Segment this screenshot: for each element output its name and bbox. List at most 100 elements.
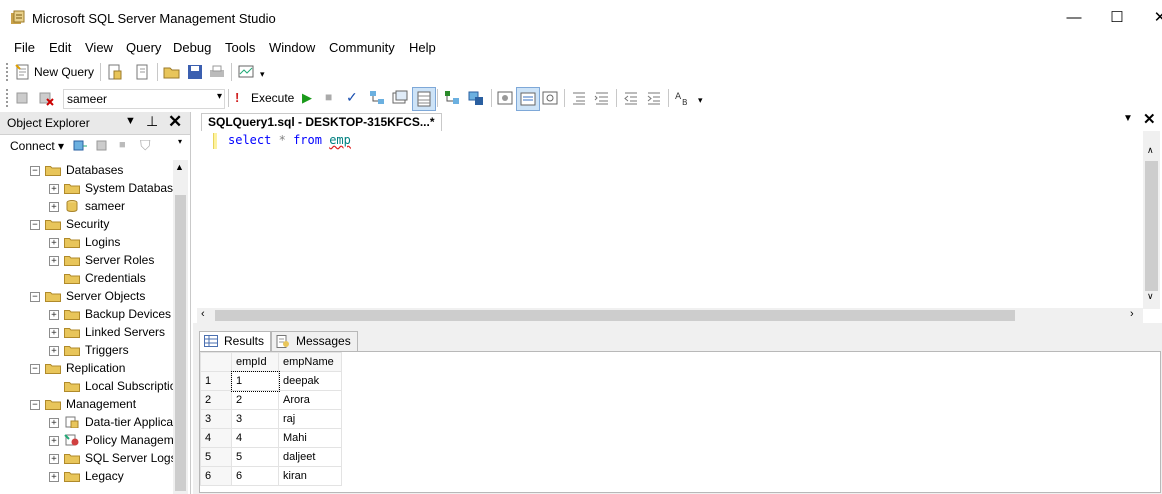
include-actual-plan-icon[interactable] xyxy=(443,89,461,107)
minimize-button[interactable]: — xyxy=(1054,6,1094,30)
table-row[interactable]: 3 3 raj xyxy=(200,409,342,429)
menu-community[interactable]: Community xyxy=(329,40,395,55)
toolbar-overflow-icon[interactable]: ▾ xyxy=(698,95,703,106)
tree-item[interactable]: + System Databases xyxy=(49,180,173,198)
row-number-cell[interactable]: 3 xyxy=(200,409,232,429)
tree-item[interactable]: − Server Objects xyxy=(30,288,173,306)
tree-item[interactable]: − Databases xyxy=(30,162,173,180)
editor-horizontal-scrollbar[interactable]: ‹ › xyxy=(197,308,1143,323)
query-editor[interactable]: select * from emp ∧ ∨ ‹ › xyxy=(193,131,1162,323)
tree-item[interactable]: − Replication xyxy=(30,360,173,378)
row-number-header[interactable] xyxy=(200,352,232,372)
parse-check-icon[interactable]: ✓ xyxy=(346,89,358,106)
pin-icon[interactable]: ⊥ xyxy=(146,113,158,130)
scroll-right-icon[interactable]: › xyxy=(1130,308,1134,320)
tab-messages[interactable]: Messages xyxy=(271,331,358,352)
maximize-button[interactable]: ☐ xyxy=(1097,6,1137,30)
disconnect-server-icon[interactable] xyxy=(95,138,111,154)
table-row[interactable]: 5 5 daljeet xyxy=(200,447,342,467)
increase-indent-icon[interactable] xyxy=(645,89,663,107)
tree-item[interactable]: − Management xyxy=(30,396,173,414)
panel-dropdown-icon[interactable]: ▼ xyxy=(125,115,136,127)
cancel-stop-icon[interactable]: ■ xyxy=(325,90,332,104)
activity-monitor-icon[interactable] xyxy=(237,63,255,81)
row-number-cell[interactable]: 1 xyxy=(200,371,232,391)
tree-item[interactable]: + SQL Server Logs xyxy=(49,450,173,468)
empid-cell[interactable]: 3 xyxy=(231,409,279,429)
expand-icon[interactable]: + xyxy=(49,472,59,482)
empid-cell[interactable]: 6 xyxy=(231,466,279,486)
tree-item[interactable]: Credentials xyxy=(49,270,173,288)
empname-cell[interactable]: Arora xyxy=(278,390,342,410)
uncomment-lines-icon[interactable] xyxy=(593,89,611,107)
empname-cell[interactable]: Mahi xyxy=(278,428,342,448)
disconnect-icon[interactable] xyxy=(37,89,55,107)
row-number-cell[interactable]: 4 xyxy=(200,428,232,448)
table-row[interactable]: 2 2 Arora xyxy=(200,390,342,410)
collapse-icon[interactable]: − xyxy=(30,166,40,176)
client-statistics-icon[interactable] xyxy=(496,89,514,107)
connect-icon[interactable] xyxy=(14,89,32,107)
expand-icon[interactable]: + xyxy=(49,256,59,266)
menu-view[interactable]: View xyxy=(85,40,113,55)
scroll-down-icon[interactable]: ∨ xyxy=(1147,291,1154,302)
menu-help[interactable]: Help xyxy=(409,40,436,55)
table-row[interactable]: 1 1 deepak xyxy=(200,370,342,392)
collapse-icon[interactable]: − xyxy=(30,292,40,302)
connect-server-icon[interactable] xyxy=(72,138,88,154)
empname-cell[interactable]: daljeet xyxy=(278,447,342,467)
empid-cell[interactable]: 1 xyxy=(230,370,280,392)
close-button[interactable]: ✕ xyxy=(1140,6,1162,30)
menu-file[interactable]: File xyxy=(14,40,35,55)
editor-vertical-scrollbar[interactable]: ∧ ∨ xyxy=(1143,131,1160,309)
debug-play-icon[interactable]: ▶ xyxy=(302,90,312,106)
toolbar-grip[interactable] xyxy=(6,89,11,107)
empname-cell[interactable]: kiran xyxy=(278,466,342,486)
connect-dropdown-button[interactable]: Connect ▾ xyxy=(10,139,64,153)
live-query-stats-icon[interactable] xyxy=(467,89,485,107)
expand-icon[interactable]: + xyxy=(49,184,59,194)
empname-cell[interactable]: raj xyxy=(278,409,342,429)
tab-sqlquery1[interactable]: SQLQuery1.sql - DESKTOP-315KFCS...* xyxy=(201,113,442,131)
scrollbar-thumb[interactable] xyxy=(1145,161,1158,291)
collapse-icon[interactable]: − xyxy=(30,364,40,374)
empid-cell[interactable]: 2 xyxy=(231,390,279,410)
expand-icon[interactable]: + xyxy=(49,418,59,428)
scrollbar-thumb[interactable] xyxy=(215,310,1015,321)
results-to-text-toggle[interactable] xyxy=(516,87,540,111)
expand-icon[interactable]: + xyxy=(49,454,59,464)
database-engine-query-icon[interactable] xyxy=(106,63,124,81)
scroll-up-icon[interactable]: ∧ xyxy=(1147,145,1154,156)
analysis-query-icon[interactable] xyxy=(134,63,152,81)
query-options-icon[interactable] xyxy=(391,89,409,107)
menu-query[interactable]: Query xyxy=(126,40,161,55)
menu-debug[interactable]: Debug xyxy=(173,40,211,55)
menu-tools[interactable]: Tools xyxy=(225,40,255,55)
expand-icon[interactable]: + xyxy=(49,310,59,320)
tree-item[interactable]: + Data-tier Applications xyxy=(49,414,173,432)
stop-icon[interactable]: ■ xyxy=(119,139,126,151)
database-select[interactable]: sameer ▾ xyxy=(63,89,225,109)
close-panel-icon[interactable]: ✕ xyxy=(168,112,182,132)
expand-icon[interactable]: + xyxy=(49,436,59,446)
tree-item[interactable]: + Backup Devices xyxy=(49,306,173,324)
row-number-cell[interactable]: 2 xyxy=(200,390,232,410)
collapse-icon[interactable]: − xyxy=(30,220,40,230)
row-number-cell[interactable]: 6 xyxy=(200,466,232,486)
toolbar-overflow-icon[interactable]: ▾ xyxy=(260,69,265,80)
query-text[interactable]: select * from emp xyxy=(228,133,351,147)
close-tab-icon[interactable]: ✕ xyxy=(1143,110,1156,128)
toolbar-grip[interactable] xyxy=(6,63,11,81)
results-to-grid-toggle[interactable] xyxy=(412,87,436,111)
column-header-empid[interactable]: empId xyxy=(231,352,279,372)
row-number-cell[interactable]: 5 xyxy=(200,447,232,467)
collapse-icon[interactable]: − xyxy=(30,400,40,410)
tree-item[interactable]: + sameer xyxy=(49,198,173,216)
tree-item[interactable]: + Policy Management xyxy=(49,432,173,450)
tree-item[interactable]: + Triggers xyxy=(49,342,173,360)
tree-item[interactable]: − Security xyxy=(30,216,173,234)
tree-item[interactable]: + Legacy xyxy=(49,468,173,486)
empid-cell[interactable]: 5 xyxy=(231,447,279,467)
print-icon[interactable] xyxy=(208,63,226,81)
menu-window[interactable]: Window xyxy=(269,40,315,55)
